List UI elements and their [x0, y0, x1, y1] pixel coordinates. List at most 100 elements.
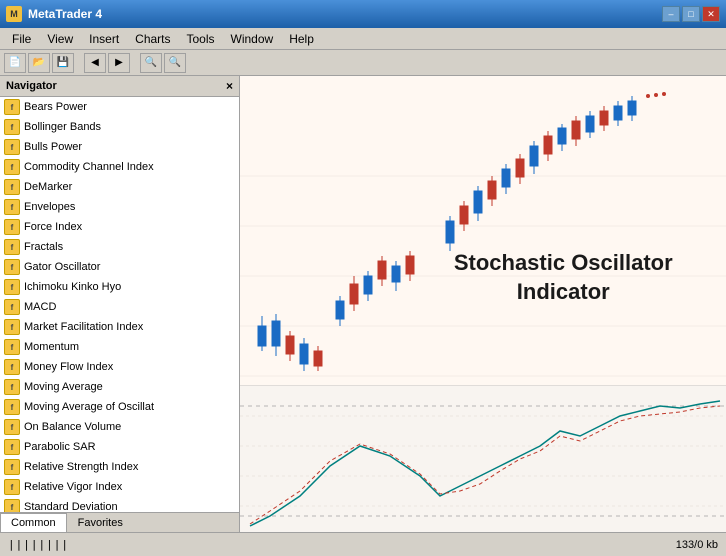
- indicator-label: Relative Strength Index: [24, 461, 138, 473]
- indicator-label: Bulls Power: [24, 141, 82, 153]
- indicator-label: Gator Oscillator: [24, 261, 100, 273]
- indicator-icon: f: [4, 399, 20, 415]
- indicator-label: MACD: [24, 301, 56, 313]
- status-chart-icon: ||||||||: [8, 538, 69, 551]
- indicator-label: Ichimoku Kinko Hyo: [24, 281, 121, 293]
- navigator-header: Navigator ×: [0, 76, 239, 97]
- toolbar: 📄 📂 💾 ◀ ▶ 🔍 🔍: [0, 50, 726, 76]
- indicator-label: DeMarker: [24, 181, 72, 193]
- list-item[interactable]: f Parabolic SAR: [0, 437, 239, 457]
- indicator-label: Market Facilitation Index: [24, 321, 143, 333]
- app-title: MetaTrader 4: [28, 7, 102, 21]
- indicator-icon: f: [4, 199, 20, 215]
- indicator-label: Bollinger Bands: [24, 121, 101, 133]
- minimize-button[interactable]: –: [662, 6, 680, 22]
- indicator-label: Standard Deviation: [24, 501, 118, 512]
- indicator-icon: f: [4, 499, 20, 512]
- menu-help[interactable]: Help: [281, 30, 322, 48]
- menu-window[interactable]: Window: [223, 30, 282, 48]
- indicator-icon: f: [4, 319, 20, 335]
- list-item[interactable]: f Fractals: [0, 237, 239, 257]
- indicator-label: Force Index: [24, 221, 82, 233]
- indicator-label: Envelopes: [24, 201, 75, 213]
- indicator-icon: f: [4, 459, 20, 475]
- menu-insert[interactable]: Insert: [81, 30, 127, 48]
- indicator-icon: f: [4, 279, 20, 295]
- indicator-icon: f: [4, 299, 20, 315]
- list-item[interactable]: f MACD: [0, 297, 239, 317]
- chart-area[interactable]: Stochastic Oscillator Indicator: [240, 76, 726, 532]
- indicator-label: Commodity Channel Index: [24, 161, 154, 173]
- list-item[interactable]: f Gator Oscillator: [0, 257, 239, 277]
- indicator-label: Moving Average of Oscillat: [24, 401, 154, 413]
- list-item[interactable]: f Envelopes: [0, 197, 239, 217]
- toolbar-btn-2[interactable]: 📂: [28, 53, 50, 73]
- indicator-icon: f: [4, 339, 20, 355]
- list-item[interactable]: f Force Index: [0, 217, 239, 237]
- list-item[interactable]: f Moving Average: [0, 377, 239, 397]
- toolbar-btn-1[interactable]: 📄: [4, 53, 26, 73]
- menu-file[interactable]: File: [4, 30, 39, 48]
- list-item[interactable]: f Bollinger Bands: [0, 117, 239, 137]
- toolbar-btn-3[interactable]: 💾: [52, 53, 74, 73]
- list-item[interactable]: f Commodity Channel Index: [0, 157, 239, 177]
- list-item[interactable]: f Money Flow Index: [0, 357, 239, 377]
- navigator-close-button[interactable]: ×: [226, 79, 233, 93]
- indicator-label: On Balance Volume: [24, 421, 121, 433]
- maximize-button[interactable]: □: [682, 6, 700, 22]
- toolbar-btn-6[interactable]: 🔍: [140, 53, 162, 73]
- list-item[interactable]: f Moving Average of Oscillat: [0, 397, 239, 417]
- indicator-icon: f: [4, 99, 20, 115]
- indicator-label: Momentum: [24, 341, 79, 353]
- list-item[interactable]: f Momentum: [0, 337, 239, 357]
- indicator-icon: f: [4, 439, 20, 455]
- indicator-icon: f: [4, 259, 20, 275]
- navigator-list[interactable]: f Bears Power f Bollinger Bands f Bulls Power…: [0, 97, 239, 512]
- indicator-label: Parabolic SAR: [24, 441, 96, 453]
- status-bar: |||||||| 133/0 kb: [0, 532, 726, 556]
- indicator-icon: f: [4, 359, 20, 375]
- list-item[interactable]: f Bulls Power: [0, 137, 239, 157]
- menu-bar: File View Insert Charts Tools Window Hel…: [0, 28, 726, 50]
- navigator-tabs: Common Favorites: [0, 512, 239, 532]
- indicator-icon: f: [4, 239, 20, 255]
- toolbar-btn-4[interactable]: ◀: [84, 53, 106, 73]
- indicator-icon: f: [4, 479, 20, 495]
- indicator-label: Relative Vigor Index: [24, 481, 122, 493]
- indicator-icon: f: [4, 419, 20, 435]
- close-button[interactable]: ✕: [702, 6, 720, 22]
- list-item[interactable]: f Market Facilitation Index: [0, 317, 239, 337]
- chart-svg: [240, 76, 726, 532]
- title-bar: M MetaTrader 4 – □ ✕: [0, 0, 726, 28]
- navigator-panel: Navigator × f Bears Power f Bollinger Bands…: [0, 76, 240, 532]
- navigator-title: Navigator: [6, 80, 57, 92]
- window-controls: – □ ✕: [662, 6, 720, 22]
- indicator-icon: f: [4, 119, 20, 135]
- list-item[interactable]: f Standard Deviation: [0, 497, 239, 512]
- indicator-label: Moving Average: [24, 381, 103, 393]
- indicator-icon: f: [4, 179, 20, 195]
- indicator-label: Fractals: [24, 241, 63, 253]
- list-item[interactable]: f Bears Power: [0, 97, 239, 117]
- tab-favorites[interactable]: Favorites: [67, 513, 134, 532]
- app-icon: M: [6, 6, 22, 22]
- indicator-icon: f: [4, 139, 20, 155]
- tab-common[interactable]: Common: [0, 513, 67, 532]
- list-item[interactable]: f On Balance Volume: [0, 417, 239, 437]
- list-item[interactable]: f DeMarker: [0, 177, 239, 197]
- menu-view[interactable]: View: [39, 30, 81, 48]
- indicator-label: Money Flow Index: [24, 361, 113, 373]
- status-memory: 133/0 kb: [676, 539, 718, 551]
- indicator-icon: f: [4, 379, 20, 395]
- main-content: Navigator × f Bears Power f Bollinger Bands…: [0, 76, 726, 532]
- menu-charts[interactable]: Charts: [127, 30, 178, 48]
- indicator-label: Bears Power: [24, 101, 87, 113]
- indicator-icon: f: [4, 219, 20, 235]
- toolbar-btn-5[interactable]: ▶: [108, 53, 130, 73]
- list-item[interactable]: f Relative Vigor Index: [0, 477, 239, 497]
- menu-tools[interactable]: Tools: [179, 30, 223, 48]
- indicator-icon: f: [4, 159, 20, 175]
- list-item[interactable]: f Relative Strength Index: [0, 457, 239, 477]
- list-item[interactable]: f Ichimoku Kinko Hyo: [0, 277, 239, 297]
- toolbar-btn-7[interactable]: 🔍: [164, 53, 186, 73]
